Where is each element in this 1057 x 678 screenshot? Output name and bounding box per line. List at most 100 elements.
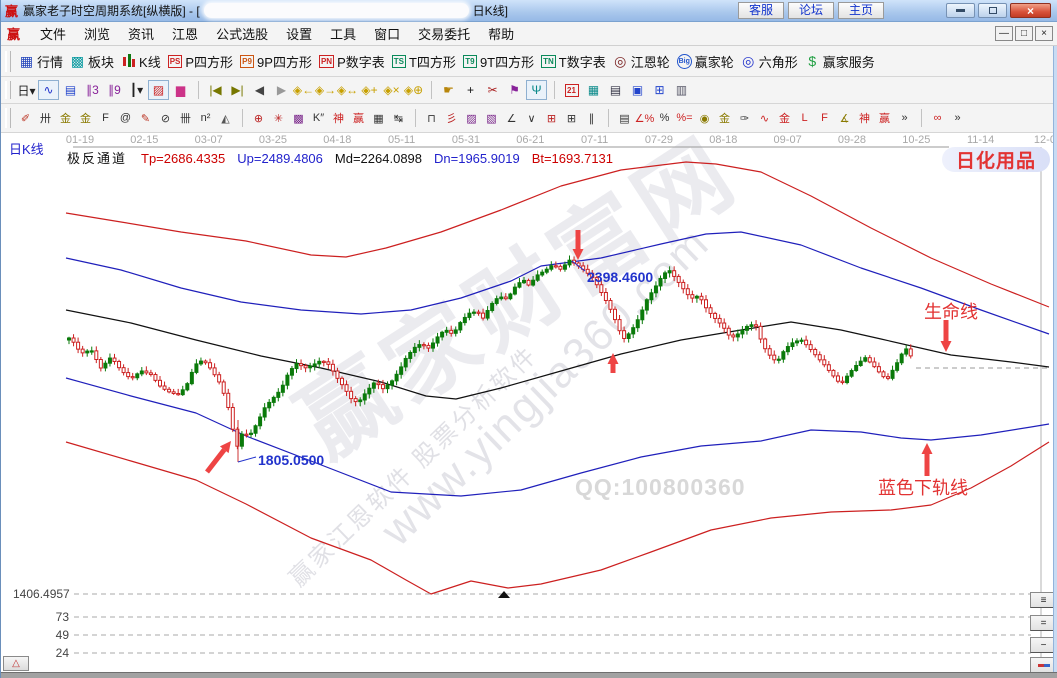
tool-button-calendar-21[interactable]: 21: [561, 80, 582, 100]
tool-button-span-arrows[interactable]: ↹: [389, 108, 408, 128]
tool-button-k-angle-marks[interactable]: K″: [309, 108, 328, 128]
menu-help[interactable]: 帮助: [479, 22, 523, 45]
tool-button-grid-red[interactable]: ⊞: [542, 108, 561, 128]
tool-button-diamond-right[interactable]: ◈→: [315, 80, 336, 100]
sector-tag-badge[interactable]: 日化用品: [942, 147, 1050, 172]
toolbar-button-p-number-table[interactable]: PNP数字表: [316, 51, 388, 72]
tool-button-gann-web[interactable]: ✳: [269, 108, 288, 128]
tool-button-shen-ruler[interactable]: 神: [329, 108, 348, 128]
tool-button-crosshair-tool[interactable]: +: [460, 80, 481, 100]
tool-button-circle-cross[interactable]: ⊕: [249, 108, 268, 128]
tool-button-gann-web-box[interactable]: ▩: [289, 108, 308, 128]
tool-button-gold-ruler-2[interactable]: 金: [76, 108, 95, 128]
tool-button-pen-ruler[interactable]: ✐: [16, 108, 35, 128]
tool-button-cut-tool[interactable]: ✂: [482, 80, 503, 100]
tool-button-volume-profile[interactable]: ▆: [170, 80, 191, 100]
tool-button-n-squared[interactable]: n²: [196, 108, 215, 128]
mdi-close-button[interactable]: ×: [1035, 26, 1053, 41]
tool-button-first-page[interactable]: |◀: [205, 80, 226, 100]
tool-button-flag-tool[interactable]: ⚑: [504, 80, 525, 100]
toolbar-button-t-number-table[interactable]: TNT数字表: [538, 51, 609, 72]
tool-button-ruler-plain[interactable]: 卌: [176, 108, 195, 128]
tool-button-gold-lines[interactable]: 金: [715, 108, 734, 128]
tool-button-gann-box-a[interactable]: ▨: [462, 108, 481, 128]
tool-button-percent-tool[interactable]: %: [655, 108, 674, 128]
toolbar-button-p-square[interactable]: PSP四方形: [165, 51, 236, 72]
tool-button-calculator[interactable]: ▦: [583, 80, 604, 100]
minimize-button[interactable]: [946, 3, 975, 18]
homepage-button[interactable]: 主页: [838, 2, 884, 19]
tool-button-grid-123[interactable]: ▦: [369, 108, 388, 128]
mdi-minimize-button[interactable]: —: [995, 26, 1013, 41]
menu-gann[interactable]: 江恩: [163, 22, 207, 45]
tool-button-scale-ruler[interactable]: ▤: [615, 108, 634, 128]
tool-button-save[interactable]: ▣: [627, 80, 648, 100]
tool-button-pattern-tool[interactable]: ▨: [148, 80, 169, 100]
tool-button-parallel-lines[interactable]: ∥: [582, 108, 601, 128]
tool-button-diamond-left[interactable]: ◈←: [293, 80, 314, 100]
tool-button-more-tools-2[interactable]: »: [948, 108, 967, 128]
toolbar-button-quotes[interactable]: ▦行情: [16, 51, 66, 72]
tool-button-info-panel[interactable]: ▤: [60, 80, 81, 100]
tool-button-gold-wave[interactable]: ∿: [755, 108, 774, 128]
tool-button-gold-red[interactable]: 金: [775, 108, 794, 128]
tool-button-hand-tool[interactable]: ☛: [438, 80, 459, 100]
tool-button-infinity-tool[interactable]: ∞: [928, 108, 947, 128]
menu-formula-stock-pick[interactable]: 公式选股: [207, 22, 277, 45]
forum-button[interactable]: 论坛: [788, 2, 834, 19]
toolbar-button-9p-square[interactable]: P99P四方形: [237, 51, 315, 72]
tool-button-notes[interactable]: ▤: [605, 80, 626, 100]
tool-button-ying-ruler[interactable]: 赢: [349, 108, 368, 128]
tool-button-prev-page[interactable]: ◀: [249, 80, 270, 100]
menu-news[interactable]: 资讯: [119, 22, 163, 45]
tool-button-protractor[interactable]: ◭: [216, 108, 235, 128]
tool-button-diamond-plus[interactable]: ◈+: [359, 80, 380, 100]
tool-button-print[interactable]: ▥: [671, 80, 692, 100]
tool-button-f-line[interactable]: F: [815, 108, 834, 128]
chart-canvas[interactable]: 赢家财富网 www.yingjia360.com 赢家江恩软件 股票分析软件 Q…: [1, 133, 1057, 672]
toolbar-button-sectors[interactable]: ▩板块: [67, 51, 117, 72]
tool-button-diamond-cross[interactable]: ◈×: [381, 80, 402, 100]
customer-service-button[interactable]: 客服: [738, 2, 784, 19]
toolbar-button-winner-wheel[interactable]: Big赢家轮: [674, 51, 737, 72]
toolbar-button-t-square[interactable]: TST四方形: [389, 51, 459, 72]
tool-button-gold-circle[interactable]: ◉: [695, 108, 714, 128]
tool-button-diamond-center[interactable]: ◈⊕: [403, 80, 424, 100]
tool-button-spiral-tool[interactable]: @: [116, 108, 135, 128]
toolbar-button-hexagon[interactable]: ◎六角形: [738, 51, 801, 72]
tool-button-last-page[interactable]: ▶|: [227, 80, 248, 100]
tool-button-more-tools[interactable]: »: [895, 108, 914, 128]
menu-browse[interactable]: 浏览: [75, 22, 119, 45]
tool-button-ying-line[interactable]: 赢: [875, 108, 894, 128]
tool-button-percent-angle[interactable]: ∠%: [635, 108, 654, 128]
menu-file[interactable]: 文件: [31, 22, 75, 45]
tool-button-diamond-both[interactable]: ◈↔: [337, 80, 358, 100]
menu-window[interactable]: 窗口: [365, 22, 409, 45]
tool-button-trend-curves[interactable]: ∿: [38, 80, 59, 100]
tool-button-gann-box-b[interactable]: ▧: [482, 108, 501, 128]
tool-button-gold-ruler-1[interactable]: 金: [56, 108, 75, 128]
toolbar-button-winner-service[interactable]: $赢家服务: [802, 51, 878, 72]
tool-button-copy-window[interactable]: ⊞: [649, 80, 670, 100]
tool-button-candle-period-dropdown[interactable]: ┃▾: [126, 80, 147, 100]
tool-button-day-box[interactable]: ⊓: [422, 108, 441, 128]
tool-button-pen-flag[interactable]: ✑: [735, 108, 754, 128]
toolbar-button-kline[interactable]: K线: [118, 51, 164, 72]
tool-button-percent-lines[interactable]: %=: [675, 108, 694, 128]
toolbar-button-9t-square[interactable]: T99T四方形: [460, 51, 537, 72]
tool-button-gann-ruler[interactable]: 卅: [36, 108, 55, 128]
close-button[interactable]: ×: [1010, 3, 1051, 18]
tool-button-mini-chart-3[interactable]: ∥3: [82, 80, 103, 100]
tool-button-cycle-circle[interactable]: ⊘: [156, 108, 175, 128]
tool-button-f-ruler[interactable]: F: [96, 108, 115, 128]
tool-button-shen-line[interactable]: 神: [855, 108, 874, 128]
expand-panel-button[interactable]: △: [3, 656, 29, 671]
tool-button-ray-fan[interactable]: 彡: [442, 108, 461, 128]
tool-button-mini-chart-9[interactable]: ∥9: [104, 80, 125, 100]
mdi-restore-button[interactable]: □: [1015, 26, 1033, 41]
tool-button-analysis-brain[interactable]: Ψ: [526, 80, 547, 100]
tool-button-next-page[interactable]: ▶: [271, 80, 292, 100]
tool-button-zigzag-line[interactable]: ∨: [522, 108, 541, 128]
menu-settings[interactable]: 设置: [277, 22, 321, 45]
restore-button[interactable]: [978, 3, 1007, 18]
